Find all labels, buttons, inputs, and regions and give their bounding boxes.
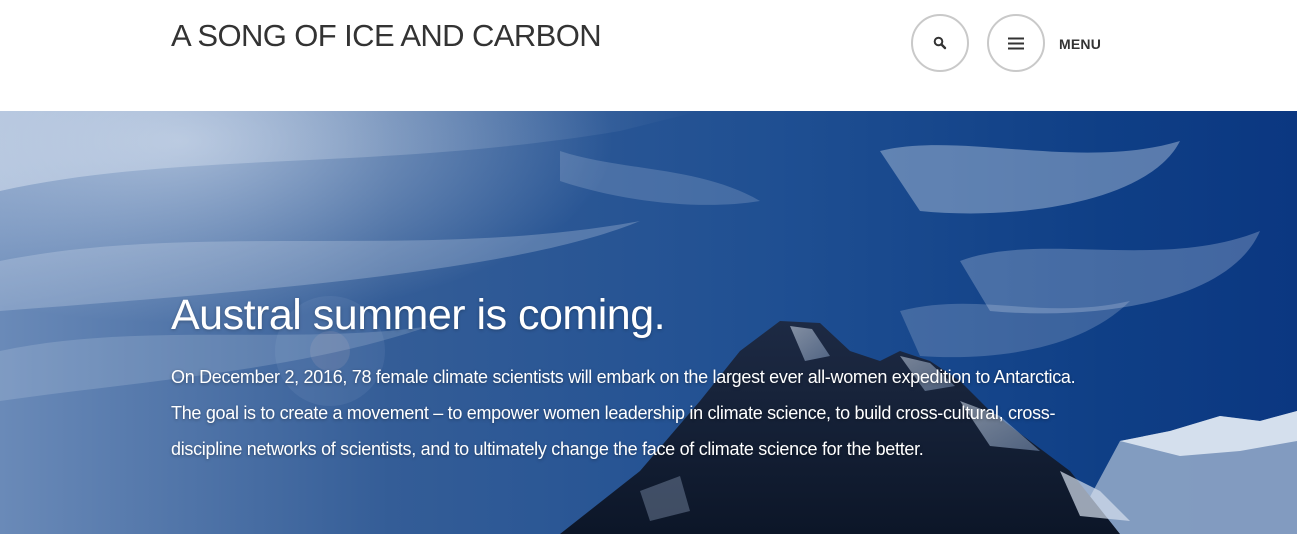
site-header: A SONG OF ICE AND CARBON MENU: [0, 0, 1297, 111]
search-icon: [933, 36, 947, 50]
hamburger-menu-icon: [1008, 37, 1024, 50]
hero-content: Austral summer is coming. On December 2,…: [171, 287, 1101, 467]
search-button[interactable]: [911, 14, 969, 72]
hero-headline: Austral summer is coming.: [171, 291, 666, 339]
menu-button[interactable]: [987, 14, 1045, 72]
hero-banner: Austral summer is coming. On December 2,…: [0, 111, 1297, 534]
menu-label[interactable]: MENU: [1059, 35, 1101, 53]
hero-description: On December 2, 2016, 78 female climate s…: [171, 367, 1076, 459]
site-title[interactable]: A SONG OF ICE AND CARBON: [171, 16, 602, 56]
